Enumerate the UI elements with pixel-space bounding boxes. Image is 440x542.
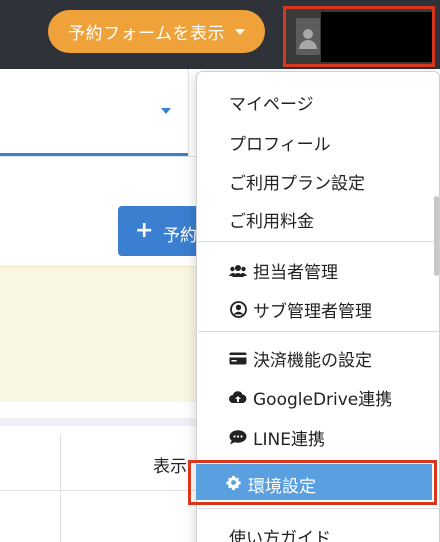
menu-item-label: 環境設定 [248,477,316,497]
menu-item-payment-settings[interactable]: 決済機能の設定 [229,346,372,371]
menu-item-profile[interactable]: プロフィール [229,130,331,155]
menu-item-line-integration[interactable]: LINE連携 [229,425,325,450]
menu-item-staff-management[interactable]: 担当者管理 [229,258,338,283]
menu-item-label: LINE連携 [253,430,325,450]
menu-item-label: 担当者管理 [253,263,338,283]
table-divider [60,434,61,542]
menu-divider [198,241,440,242]
menu-item-label: サブ管理者管理 [253,302,372,322]
menu-item-label: 決済機能の設定 [253,351,372,371]
menu-item-label: GoogleDrive連携 [253,390,393,410]
gear-icon [226,475,241,495]
table-column-header: 表示 [153,457,187,477]
menu-item-label: ご利用プラン設定 [229,174,365,194]
user-name-redacted [321,12,432,62]
menu-divider [198,508,440,509]
avatar [296,18,320,55]
menu-item-environment-settings-content: 環境設定 [226,472,316,497]
cloud-upload-icon [229,389,247,407]
menu-divider [198,331,440,332]
chevron-down-icon [161,108,171,114]
menu-item-sub-admin-management[interactable]: サブ管理者管理 [229,297,372,322]
menu-item-label: マイページ [229,95,314,115]
menu-item-label: プロフィール [229,135,331,155]
users-icon [229,262,247,280]
avatar-body [299,40,317,49]
chat-bubble-icon [229,429,247,447]
reserve-form-button-label: 予約フォームを表示 [68,24,225,44]
user-circle-icon [229,301,247,319]
plus-icon: + [135,218,154,243]
menu-item-googledrive-integration[interactable]: GoogleDrive連携 [229,385,392,410]
show-reserve-form-button[interactable]: 予約フォームを表示 [48,10,265,53]
credit-card-icon [229,350,247,368]
menu-item-usage-fee[interactable]: ご利用料金 [229,207,314,232]
user-menu-toggle[interactable] [283,6,435,67]
menu-item-label: ご利用料金 [229,212,314,232]
menu-item-label: 使い方ガイド [229,529,331,542]
menu-item-user-guide[interactable]: 使い方ガイド [229,524,331,542]
select-tab[interactable] [0,69,188,156]
chevron-down-icon [235,28,245,35]
menu-scrollbar[interactable] [434,196,439,276]
menu-item-plan-settings[interactable]: ご利用プラン設定 [229,169,365,194]
avatar-head [303,29,313,39]
menu-item-mypage[interactable]: マイページ [229,90,314,115]
add-button-label: 予約 [163,226,197,246]
